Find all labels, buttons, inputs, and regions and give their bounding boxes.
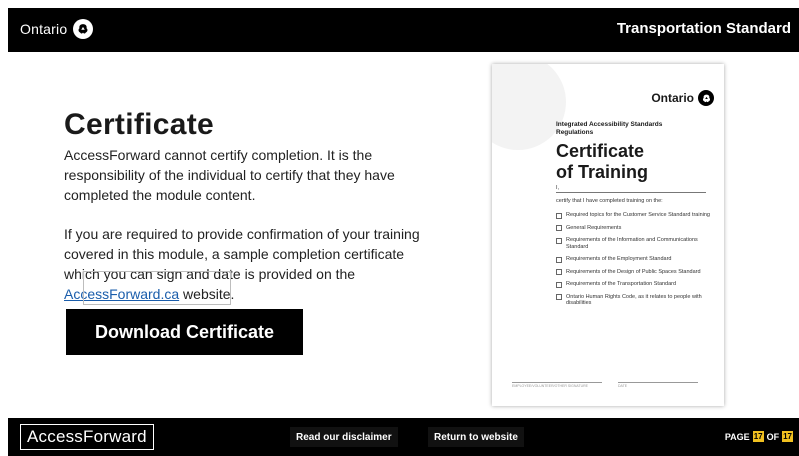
checklist-item: General Requirements <box>556 224 716 231</box>
ontario-logo: Ontario <box>20 19 94 39</box>
ontario-wordmark: Ontario <box>20 21 68 37</box>
checklist-item: Requirements of the Employment Standard <box>556 256 716 263</box>
trillium-watermark <box>492 64 566 150</box>
total-page-number: 17 <box>782 431 793 442</box>
accessforward-link[interactable]: AccessForward.ca <box>64 286 179 302</box>
certificate-title: Certificate of Training <box>556 141 648 183</box>
signature-label: EMPLOYEE/VOLUNTEER/OTHER SIGNATURE <box>512 384 588 388</box>
page-of: OF <box>766 431 780 442</box>
page-indicator: PAGE 17 OF 17 <box>725 431 793 442</box>
checklist-item: Requirements of the Transportation Stand… <box>556 281 716 288</box>
trillium-icon <box>73 19 94 39</box>
checklist-item: Requirements of the Information and Comm… <box>556 237 716 250</box>
confirmation-text-end: website. <box>179 286 235 302</box>
checkbox-icon <box>556 212 562 219</box>
current-page-number: 17 <box>752 431 764 442</box>
top-bar: Ontario Transportation Standard <box>8 8 799 52</box>
checklist-item: Ontario Human Rights Code, as it relates… <box>556 294 716 307</box>
checklist-item-label: Requirements of the Information and Comm… <box>566 237 698 250</box>
certify-notice: AccessForward cannot certify completion.… <box>64 147 395 203</box>
date-line <box>618 382 698 383</box>
checklist-item-label: Requirements of the Transportation Stand… <box>566 281 677 287</box>
checkbox-icon <box>556 294 562 300</box>
checklist-item-label: Requirements of the Design of Public Spa… <box>566 268 701 275</box>
course-frame: Ontario Transportation Standard Certific… <box>8 8 799 456</box>
checklist-item: Requirements of the Design of Public Spa… <box>556 268 716 275</box>
certificate-checklist: Required topics for the Customer Service… <box>556 212 716 313</box>
footer-bar: AccessForward Read our disclaimer Return… <box>8 418 799 456</box>
checkbox-icon <box>556 269 562 275</box>
confirmation-paragraph: If you are required to provide confirmat… <box>64 224 436 304</box>
confirmation-text: If you are required to provide confirmat… <box>64 226 420 282</box>
name-line <box>556 192 706 193</box>
certificate-ontario-logo: Ontario <box>651 90 714 106</box>
page-title: Certificate <box>64 108 215 141</box>
return-to-website-button[interactable]: Return to website <box>428 427 524 447</box>
checklist-item-label: Required topics for the Customer Service… <box>566 212 710 218</box>
checklist-item-label: General Requirements <box>566 224 622 231</box>
certificate-title-line1: Certificate <box>556 141 645 161</box>
certificate-statement: certify that I have completed training o… <box>556 198 663 204</box>
certificate-preview: Ontario Integrated Accessibility Standar… <box>492 64 724 406</box>
certificate-name-label: I, <box>556 185 560 191</box>
checklist-item: Required topics for the Customer Service… <box>556 212 716 219</box>
disclaimer-button[interactable]: Read our disclaimer <box>290 427 398 447</box>
checkbox-icon <box>556 237 562 244</box>
accessforward-logo: AccessForward <box>20 424 154 450</box>
certificate-trillium-icon <box>698 90 714 106</box>
date-label: DATE <box>618 384 628 388</box>
checkbox-icon <box>556 256 562 263</box>
certificate-brand: Ontario <box>651 91 694 105</box>
checklist-item-label: Requirements of the Employment Standard <box>566 256 672 262</box>
download-certificate-button[interactable]: Download Certificate <box>66 309 303 355</box>
checklist-item-label: Ontario Human Rights Code, as it relates… <box>566 293 702 307</box>
signature-line <box>512 382 602 383</box>
certificate-subtitle: Integrated Accessibility Standards Regul… <box>556 121 663 136</box>
page-prefix: PAGE <box>724 431 750 442</box>
checkbox-icon <box>556 281 562 288</box>
certificate-title-line2: of Training <box>556 162 648 182</box>
checkbox-icon <box>556 225 562 231</box>
standard-title: Transportation Standard <box>616 20 791 37</box>
